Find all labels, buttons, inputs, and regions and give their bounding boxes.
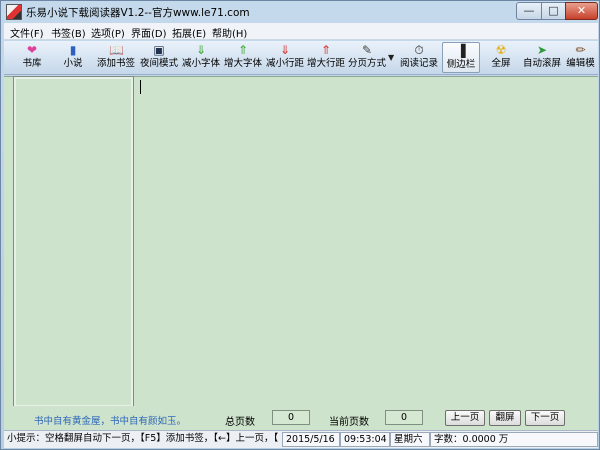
motto-text: 书中自有黄金屋，书中自有颜如玉。 [34,416,187,427]
font-larger-icon: ⇑ [237,43,249,57]
bookshelf-label: 书库 [22,58,42,69]
line-spacing-larger-button[interactable]: ⇑ 增大行距 [305,42,347,73]
close-icon: ✕ [576,4,587,17]
line-spacing-smaller-button[interactable]: ⇓ 减小行距 [264,42,306,73]
reading-history-label: 阅读记录 [399,58,438,69]
reading-history-button[interactable]: ⏱ 阅读记录 [398,42,440,73]
status-weekday: 星期六 [390,432,430,447]
flip-screen-button[interactable]: 翻屏 [489,410,521,426]
menu-file[interactable]: 文件(F) [10,25,44,40]
edit-mode-label: 编辑模 [566,58,595,69]
title-bar[interactable]: 乐易小说下载阅读器V1.2--官方www.le71.com — □ ✕ [1,1,599,23]
font-smaller-button[interactable]: ⇓ 减小字体 [180,42,222,73]
menu-options[interactable]: 选项(P) [91,25,125,40]
minimize-button[interactable]: — [516,2,542,20]
menu-interface[interactable]: 界面(D) [131,25,167,40]
sidebar-label: 侧边栏 [446,59,476,70]
prev-page-button[interactable]: 上一页 [445,410,485,426]
line-smaller-label: 减小行距 [265,58,304,69]
current-page-field: 0 [385,410,423,425]
paging-mode-button[interactable]: ✎ 分页方式 [346,42,388,73]
status-tip: 小提示：空格翻屏自动下一页，【F5】添加书签，【←】上一页，【 [7,433,279,444]
close-button[interactable]: ✕ [565,2,598,20]
auto-scroll-button[interactable]: ➤ 自动滚屏 [521,42,563,73]
font-smaller-label: 减小字体 [181,58,220,69]
edit-mode-button[interactable]: ✏ 编辑模 [563,42,598,73]
bookshelf-button[interactable]: ❤ 书库 [15,42,49,73]
add-bookmark-icon: 📖 [109,43,124,57]
add-bookmark-button[interactable]: 📖 添加书签 [95,42,137,73]
menu-bar: 文件(F) 书签(B) 选项(P) 界面(D) 拓展(E) 帮助(H) [4,23,598,40]
book-icon: ▮ [69,43,77,57]
paging-icon: ✎ [361,43,373,57]
window-title: 乐易小说下载阅读器V1.2--官方www.le71.com [26,7,250,19]
paging-dropdown-arrow-icon[interactable]: ▼ [388,53,394,62]
total-pages-label: 总页数 [225,417,255,428]
auto-scroll-label: 自动滚屏 [522,58,561,69]
maximize-button[interactable]: □ [541,2,566,20]
line-larger-label: 增大行距 [306,58,345,69]
font-smaller-icon: ⇓ [195,43,207,57]
line-larger-icon: ⇑ [320,43,332,57]
menu-bookmark[interactable]: 书签(B) [51,25,86,40]
paging-label: 分页方式 [347,58,386,69]
app-window: 乐易小说下载阅读器V1.2--官方www.le71.com — □ ✕ 文件(F… [0,0,600,450]
add-bookmark-label: 添加书签 [96,58,135,69]
status-time: 09:53:04 [340,432,390,447]
next-page-button[interactable]: 下一页 [525,410,565,426]
total-pages-field: 0 [272,410,310,425]
toolbar: ❤ 书库 ▮ 小说 📖 添加书签 ▣ 夜间模式 ⇓ 减小字体 ⇑ 增大字体 ⇓ … [4,41,598,75]
novel-button[interactable]: ▮ 小说 [58,42,88,73]
minimize-icon: — [523,4,535,17]
line-smaller-icon: ⇓ [279,43,291,57]
font-larger-label: 增大字体 [223,58,262,69]
menu-help[interactable]: 帮助(H) [212,25,247,40]
night-mode-label: 夜间模式 [139,58,178,69]
menu-extend[interactable]: 拓展(E) [172,25,206,40]
clock-icon: ⏱ [414,43,424,57]
night-mode-button[interactable]: ▣ 夜间模式 [138,42,180,73]
bookshelf-icon: ❤ [26,43,38,57]
novel-label: 小说 [63,58,83,69]
text-caret [140,80,141,94]
font-larger-button[interactable]: ⇑ 增大字体 [222,42,264,73]
auto-scroll-icon: ➤ [536,43,548,57]
sidebar-icon: ▐ [456,44,466,58]
edit-icon: ✏ [575,43,586,57]
page-info-row: 书中自有黄金屋，书中自有颜如玉。 总页数 0 当前页数 0 上一页 翻屏 下一页 [4,406,598,430]
maximize-icon: □ [548,4,559,17]
reading-area[interactable] [4,76,598,408]
fullscreen-label: 全屏 [491,58,511,69]
status-bar: 小提示：空格翻屏自动下一页，【F5】添加书签，【←】上一页，【 2015/5/1… [4,430,598,448]
app-logo-icon [6,4,22,20]
status-word-count: 字数：0.0000 万 [430,432,598,447]
sidebar-button[interactable]: ▐ 侧边栏 [442,42,480,73]
sidebar-panel[interactable] [13,76,134,408]
fullscreen-button[interactable]: ☢ 全屏 [486,42,516,73]
status-date: 2015/5/16 [282,432,340,447]
fullscreen-icon: ☢ [495,43,507,57]
current-page-label: 当前页数 [329,417,369,428]
night-mode-icon: ▣ [153,43,165,57]
